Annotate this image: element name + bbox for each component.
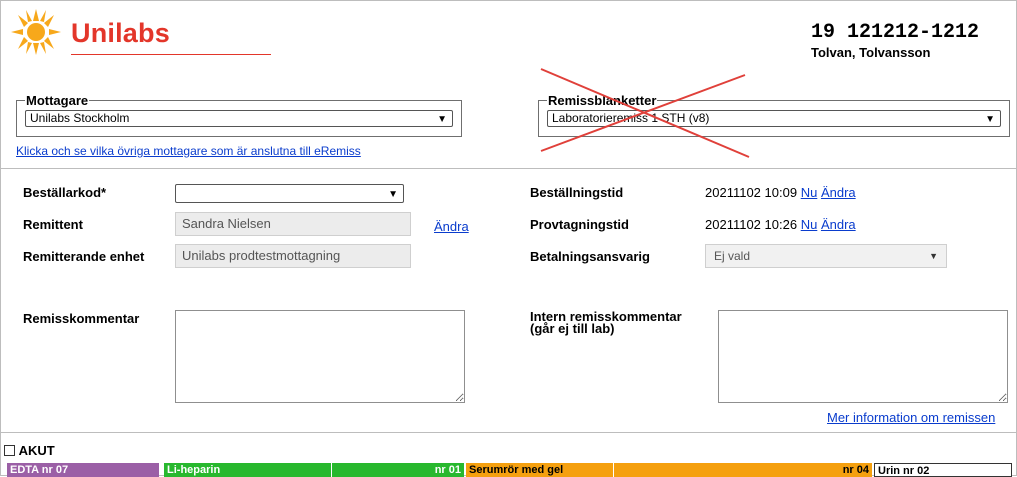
tube-li-heparin-nr: nr 01 xyxy=(332,463,464,477)
provtagningstid-now-link[interactable]: Nu xyxy=(801,217,818,232)
provtagningstid-row: 20211102 10:26 Nu Ändra xyxy=(705,217,856,232)
tube-urin: Urin nr 02 xyxy=(874,463,1012,477)
provtagningstid-change-link[interactable]: Ändra xyxy=(821,217,856,232)
bestallningstid-row: 20211102 10:09 Nu Ändra xyxy=(705,185,856,200)
mottagare-select[interactable]: Unilabs Stockholm ▼ xyxy=(25,110,453,127)
akut-row: AKUT xyxy=(4,444,55,458)
bestallarkod-label: Beställarkod* xyxy=(23,185,107,200)
tube-edta: EDTA nr 07 xyxy=(7,463,159,477)
bestallningstid-value: 20211102 10:09 xyxy=(705,185,798,200)
mottagare-legend: Mottagare xyxy=(26,93,89,108)
divider-bottom xyxy=(1,432,1016,433)
tube-serum-gel-nr: nr 04 xyxy=(614,463,872,477)
intern-label: Intern remisskommentar (går ej till lab) xyxy=(530,310,682,336)
more-info-link[interactable]: Mer information om remissen xyxy=(827,410,995,425)
remisskommentar-textarea[interactable] xyxy=(175,310,465,403)
betalning-select[interactable]: Ej vald ▼ xyxy=(705,244,947,268)
intern-label-line2: (går ej till lab) xyxy=(530,321,615,336)
divider-top xyxy=(1,168,1016,169)
akut-checkbox[interactable] xyxy=(4,445,15,456)
patient-id: 19 121212-1212 xyxy=(811,21,980,44)
enhet-input: Unilabs prodtestmottagning xyxy=(175,244,411,268)
provtagningstid-value: 20211102 10:26 xyxy=(705,217,798,232)
bestallningstid-label: Beställningstid xyxy=(530,185,624,200)
brand-name: Unilabs xyxy=(71,18,170,48)
betalning-label: Betalningsansvarig xyxy=(530,249,650,264)
provtagningstid-label: Provtagningstid xyxy=(530,217,629,232)
tube-serum-gel: Serumrör med gel xyxy=(466,463,614,477)
bestallarkod-select[interactable]: ▼ xyxy=(175,184,404,203)
unilabs-logo: Unilabs xyxy=(7,7,277,57)
bestallningstid-now-link[interactable]: Nu xyxy=(801,185,818,200)
enhet-label: Remitterande enhet xyxy=(23,249,145,264)
chevron-down-icon: ▼ xyxy=(985,114,995,125)
chevron-down-icon: ▼ xyxy=(437,114,447,125)
mottagare-selected: Unilabs Stockholm xyxy=(30,111,130,125)
brand-underline xyxy=(71,54,271,55)
mottagare-group: Mottagare Unilabs Stockholm ▼ xyxy=(16,93,462,137)
chevron-down-icon: ▼ xyxy=(929,251,938,261)
tube-li-heparin: Li-heparin xyxy=(164,463,332,477)
betalning-value: Ej vald xyxy=(714,249,751,263)
bestallningstid-change-link[interactable]: Ändra xyxy=(821,185,856,200)
remittent-label: Remittent xyxy=(23,217,83,232)
chevron-down-icon: ▼ xyxy=(388,189,398,200)
red-cross-icon xyxy=(540,68,750,158)
remittent-input: Sandra Nielsen xyxy=(175,212,411,236)
akut-label: AKUT xyxy=(18,443,55,458)
patient-name: Tolvan, Tolvansson xyxy=(811,45,931,60)
sun-icon xyxy=(11,9,61,55)
remisskommentar-label: Remisskommentar xyxy=(23,311,140,326)
remittent-change-link[interactable]: Ändra xyxy=(434,219,469,234)
intern-remisskommentar-textarea[interactable] xyxy=(718,310,1008,403)
mottagare-link[interactable]: Klicka och se vilka övriga mottagare som… xyxy=(16,144,361,158)
